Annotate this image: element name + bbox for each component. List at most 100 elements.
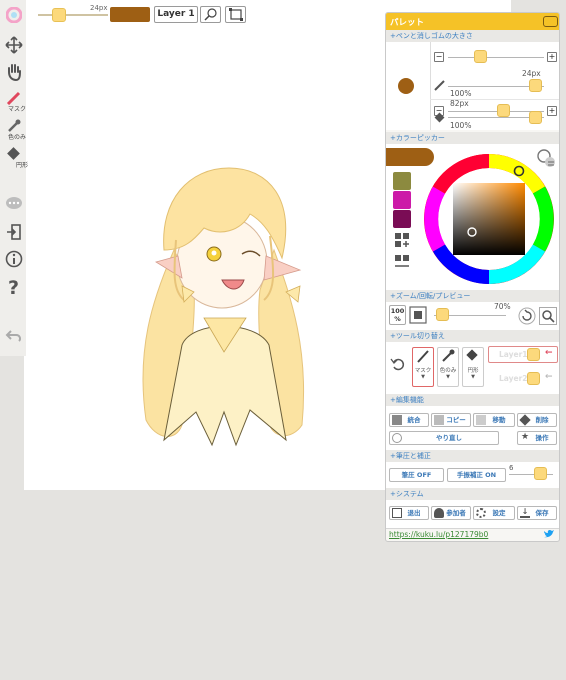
- move-icon[interactable]: [2, 36, 26, 58]
- layer-slot-2-label: Layer2: [499, 374, 528, 383]
- redo-button[interactable]: やり直し: [389, 431, 499, 445]
- share-link[interactable]: https://kuku.lu/p127179b0: [389, 530, 488, 539]
- color-picker-body: [386, 144, 559, 290]
- zoom-search-icon[interactable]: [539, 307, 557, 325]
- brush-size-track[interactable]: [38, 14, 108, 16]
- palette-toggle[interactable]: [543, 16, 558, 27]
- pressure-body: 筆圧 OFF 手振補正 ON 6: [386, 462, 559, 488]
- color-swatch-3[interactable]: [393, 210, 411, 228]
- palette-header: パレット: [386, 13, 559, 30]
- move-button[interactable]: 移動: [473, 413, 515, 427]
- eraser-mode-label: 円形: [16, 162, 29, 169]
- layer-2-arrow-icon: ←: [545, 372, 553, 382]
- transform-button[interactable]: [225, 6, 246, 23]
- help-icon[interactable]: ?: [2, 277, 26, 301]
- tool-eyedropper-label: 色のみ: [439, 368, 457, 374]
- zoom-level-unit: %: [394, 315, 401, 323]
- color-wheel-icon[interactable]: [2, 6, 26, 27]
- tool-select-eraser[interactable]: 円形 ▼: [462, 347, 484, 387]
- transform-icon: [229, 8, 243, 21]
- layer-1-opacity-knob[interactable]: [527, 348, 540, 361]
- tool-undo-icon[interactable]: [390, 356, 406, 372]
- delete-button[interactable]: 削除: [517, 413, 557, 427]
- pen-size-knob[interactable]: [474, 50, 487, 63]
- exit-button[interactable]: 退出: [389, 506, 429, 520]
- layer-slot-2[interactable]: Layer2 ←: [488, 370, 558, 387]
- pen-size-minus-button[interactable]: −: [434, 52, 444, 62]
- hand-icon[interactable]: [2, 63, 26, 85]
- preview-opacity-value: 70%: [494, 302, 511, 311]
- eyedropper-icon: [442, 349, 455, 362]
- eraser-values: 82px 100%: [386, 94, 559, 136]
- layer-1-arrow-icon: ←: [545, 348, 553, 358]
- undo-icon[interactable]: [2, 327, 26, 347]
- fit-screen-icon[interactable]: [409, 305, 427, 325]
- lasso-button[interactable]: [200, 6, 221, 23]
- color-swatch-2[interactable]: [393, 191, 411, 209]
- stabilizer-knob[interactable]: [534, 467, 547, 480]
- eraser-opacity-knob[interactable]: [529, 111, 542, 124]
- palette-title: パレット: [390, 18, 425, 28]
- info-icon[interactable]: [2, 250, 26, 272]
- save-button[interactable]: ↓ 保存: [517, 506, 557, 520]
- pen-size-value: 24px: [522, 69, 541, 78]
- pen-icon: [417, 350, 429, 363]
- eyedropper-icon: [8, 119, 21, 132]
- section-pen-eraser-size[interactable]: +ペンと消しゴムの大きさ: [386, 30, 559, 42]
- color-wheel[interactable]: [422, 152, 556, 286]
- eraser-tool[interactable]: 円形: [2, 146, 29, 170]
- remove-swatch-icon[interactable]: [394, 254, 410, 270]
- chat-icon[interactable]: [2, 196, 26, 216]
- twitter-icon[interactable]: [543, 529, 555, 539]
- tool-switch-body: マスク ▼ 色のみ ▼ 円形 ▼ Layer1 ← Layer2 ←: [386, 342, 559, 394]
- merge-button[interactable]: 統合: [389, 413, 429, 427]
- brush-size-label: 24px: [90, 4, 108, 12]
- pen-tool[interactable]: マスク: [2, 90, 26, 114]
- top-toolbar: 24px Layer 1: [24, 0, 364, 30]
- pen-color-dot: [398, 78, 414, 94]
- section-color-picker[interactable]: +カラーピッカー: [386, 132, 559, 144]
- exit-icon[interactable]: [2, 223, 26, 245]
- zoom-level-value: 100: [390, 307, 405, 315]
- section-system[interactable]: +システム: [386, 488, 559, 500]
- eraser-opacity-value: 100%: [450, 121, 472, 130]
- tool-pen-label: マスク: [414, 368, 432, 374]
- eyedropper-tool[interactable]: 色のみ: [2, 118, 26, 142]
- participants-button[interactable]: 参加者: [431, 506, 471, 520]
- section-zoom[interactable]: +ズーム/回転/プレビュー: [386, 290, 559, 302]
- pen-size-track[interactable]: [448, 57, 544, 58]
- layer-2-opacity-knob[interactable]: [527, 372, 540, 385]
- preview-opacity-knob[interactable]: [436, 308, 449, 321]
- section-edit[interactable]: +編集機能: [386, 394, 559, 406]
- layer-button[interactable]: Layer 1: [154, 6, 198, 23]
- eyedropper-mode-label: 色のみ: [8, 134, 27, 141]
- color-swap-icon[interactable]: [536, 148, 558, 170]
- pressure-off-button[interactable]: 筆圧 OFF: [389, 468, 444, 482]
- lasso-icon: [204, 8, 217, 21]
- copy-button[interactable]: コピー: [431, 413, 471, 427]
- add-swatch-icon[interactable]: [394, 232, 410, 248]
- current-color-swatch[interactable]: [110, 7, 150, 22]
- operation-button[interactable]: ★ 操作: [517, 431, 557, 445]
- pen-size-plus-button[interactable]: +: [547, 52, 557, 62]
- layer-slot-1-label: Layer1: [499, 350, 528, 359]
- eraser-icon: [466, 349, 478, 361]
- pen-opacity-knob[interactable]: [529, 79, 542, 92]
- svg-text:?: ?: [8, 277, 19, 297]
- pen-small-icon: [434, 80, 445, 91]
- section-pressure[interactable]: +筆圧と補正: [386, 450, 559, 462]
- settings-button[interactable]: 設定: [473, 506, 515, 520]
- tool-select-pen[interactable]: マスク ▼: [412, 347, 434, 387]
- layer-slot-1[interactable]: Layer1 ←: [488, 346, 558, 363]
- zoom-level-button[interactable]: 100 %: [389, 305, 406, 325]
- tool-select-eyedropper[interactable]: 色のみ ▼: [437, 347, 459, 387]
- zoom-body: 100 % 70%: [386, 302, 559, 330]
- system-body: 退出 参加者 設定 ↓ 保存: [386, 500, 559, 528]
- stabilizer-on-button[interactable]: 手振補正 ON: [447, 468, 506, 482]
- rotate-reset-icon[interactable]: [518, 307, 536, 325]
- tool-eraser-label: 円形: [467, 368, 479, 374]
- eraser-icon: [7, 147, 20, 160]
- brush-size-knob[interactable]: [52, 8, 66, 22]
- section-tool-switch[interactable]: +ツール切り替え: [386, 330, 559, 342]
- color-swatch-1[interactable]: [393, 172, 411, 190]
